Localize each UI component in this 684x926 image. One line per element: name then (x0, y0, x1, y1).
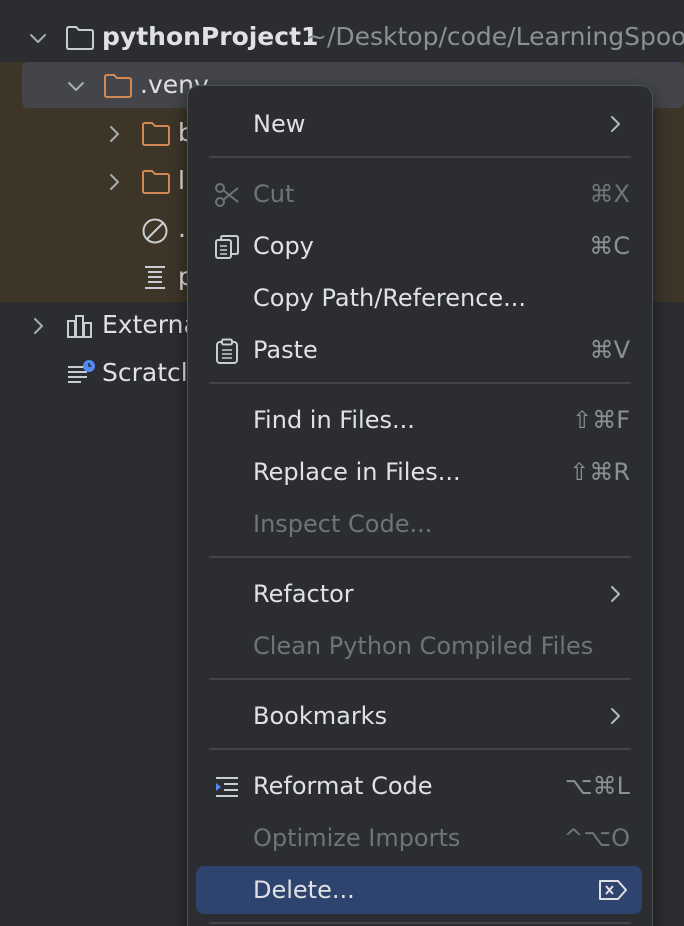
library-icon (64, 312, 96, 340)
scratches-icon (64, 358, 98, 388)
menu-item-new[interactable]: New (196, 100, 642, 148)
menu-item-cut[interactable]: Cut ⌘X (196, 170, 642, 218)
shortcut-label: ^⌥O (563, 824, 630, 852)
menu-separator (209, 748, 631, 750)
chevron-right-icon (604, 705, 626, 727)
menu-item-copy[interactable]: Copy ⌘C (196, 222, 642, 270)
shortcut-label: ⌘X (589, 180, 630, 208)
clipboard-icon (214, 338, 240, 364)
project-tool-window: pythonProject1 ~/Desktop/code/LearningSp… (0, 0, 684, 926)
menu-item-delete[interactable]: Delete... (196, 866, 642, 914)
chevron-down-icon[interactable] (26, 26, 50, 50)
menu-item-find-in-files[interactable]: Find in Files... ⇧⌘F (196, 396, 642, 444)
copy-icon (214, 234, 240, 260)
chevron-down-icon[interactable] (64, 74, 88, 98)
chevron-right-icon[interactable] (26, 314, 50, 338)
menu-item-copy-path[interactable]: Copy Path/Reference... (196, 274, 642, 322)
menu-separator (209, 922, 631, 924)
folder-icon (64, 24, 96, 52)
chevron-right-icon[interactable] (102, 170, 126, 194)
shortcut-label: ⌘V (589, 336, 630, 364)
menu-item-clean-compiled[interactable]: Clean Python Compiled Files (196, 622, 642, 670)
shortcut-label: ⌘C (589, 232, 630, 260)
chevron-right-icon (604, 583, 626, 605)
reformat-icon (214, 774, 240, 800)
menu-item-reformat-code[interactable]: Reformat Code ⌥⌘L (196, 762, 642, 810)
shortcut-label: ⇧⌘F (572, 406, 630, 434)
menu-separator (209, 156, 631, 158)
menu-item-optimize-imports[interactable]: Optimize Imports ^⌥O (196, 814, 642, 862)
folder-icon (102, 72, 134, 100)
tree-item-label[interactable]: . (178, 214, 186, 243)
project-root-name[interactable]: pythonProject1 (102, 22, 318, 51)
scissors-icon (214, 182, 240, 208)
folder-icon (140, 120, 172, 148)
chevron-right-icon (604, 113, 626, 135)
menu-separator (209, 678, 631, 680)
project-root-path: ~/Desktop/code/LearningSpoo (306, 22, 684, 51)
delete-key-icon (598, 878, 628, 902)
menu-item-refactor[interactable]: Refactor (196, 570, 642, 618)
menu-separator (209, 382, 631, 384)
text-file-icon (142, 264, 168, 292)
context-menu: New Cut ⌘X Copy ⌘C Copy Path/Reference..… (187, 85, 653, 926)
ignored-file-icon (140, 216, 170, 246)
chevron-right-icon[interactable] (102, 122, 126, 146)
menu-item-bookmarks[interactable]: Bookmarks (196, 692, 642, 740)
scratches-label[interactable]: Scratcl (102, 358, 188, 387)
menu-item-inspect-code[interactable]: Inspect Code... (196, 500, 642, 548)
menu-item-replace-in-files[interactable]: Replace in Files... ⇧⌘R (196, 448, 642, 496)
menu-separator (209, 556, 631, 558)
tree-item-label[interactable]: l (178, 166, 185, 195)
menu-item-paste[interactable]: Paste ⌘V (196, 326, 642, 374)
shortcut-label: ⌥⌘L (564, 772, 630, 800)
shortcut-label: ⇧⌘R (569, 458, 630, 486)
folder-icon (140, 168, 172, 196)
external-libraries-label[interactable]: Externa (102, 310, 199, 339)
